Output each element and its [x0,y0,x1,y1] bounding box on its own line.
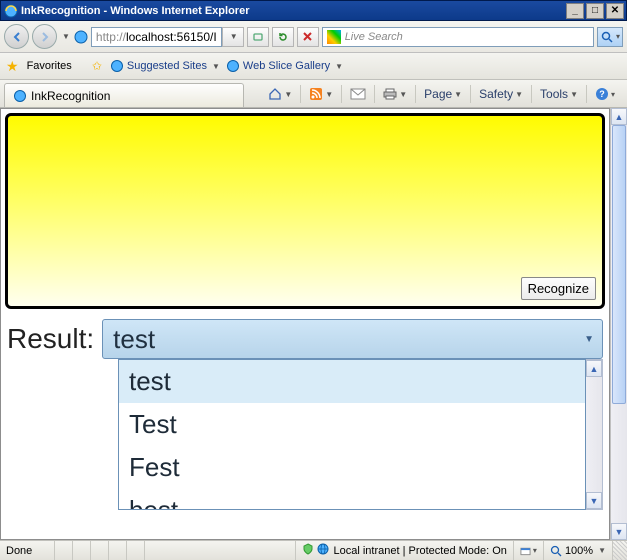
maximize-button[interactable]: □ [586,3,604,19]
scroll-up-icon[interactable]: ▲ [611,108,627,125]
dropdown-option[interactable]: test [119,360,585,403]
scroll-down-icon[interactable]: ▼ [586,492,602,509]
web-slice-link[interactable]: Web Slice Gallery ▼ [226,59,343,73]
chevron-down-icon: ▼ [335,62,343,71]
tab-title: InkRecognition [31,89,110,103]
favorites-star-icon[interactable]: ★ [6,58,19,75]
feeds-button[interactable]: ▼ [305,83,337,105]
status-cell[interactable]: ▾ [514,541,544,560]
tools-menu[interactable]: Tools▼ [536,83,582,105]
page-content: Recognize Result: test ▼ test Test Fest … [0,108,610,540]
combo-selected-value: test [113,324,155,355]
forward-button[interactable] [32,24,57,49]
favorites-label[interactable]: Favorites [27,60,72,72]
ink-canvas[interactable]: Recognize [5,113,605,309]
address-bar[interactable]: http://localhost:56150/I [91,27,222,47]
resize-grip[interactable] [613,541,627,560]
security-zone[interactable]: Local intranet | Protected Mode: On [296,541,513,560]
navigation-bar: ▼ http://localhost:56150/I ▼ Live Search… [0,21,627,53]
add-favorite-icon[interactable]: ✩ [92,59,102,73]
ie-small-icon [110,59,124,73]
ie-small-icon [13,89,27,103]
status-cell [127,541,145,560]
suggested-sites-link[interactable]: Suggested Sites ▼ [110,59,220,73]
safety-menu[interactable]: Safety▼ [475,83,527,105]
svg-text:?: ? [599,89,605,99]
home-button[interactable]: ▼ [264,83,296,105]
shield-icon [302,543,314,558]
status-cell [73,541,91,560]
page-menu[interactable]: Page▼ [420,83,466,105]
print-button[interactable]: ▼ [379,83,411,105]
result-combobox[interactable]: test ▼ [102,319,603,359]
back-button[interactable] [4,24,29,49]
page-scrollbar[interactable]: ▲ ▼ [610,108,627,540]
search-provider-icon [327,30,341,44]
scroll-track[interactable] [586,377,602,492]
popup-blocker-icon [520,545,531,557]
result-row: Result: test ▼ [1,313,609,359]
ie-icon [3,3,18,18]
ie-small-icon [226,59,240,73]
chevron-down-icon: ▼ [584,334,594,345]
chevron-down-icon: ▼ [598,546,606,555]
dropdown-option[interactable]: Test [119,403,585,446]
result-label: Result: [7,323,94,355]
scroll-track[interactable] [611,125,627,523]
globe-icon [317,543,329,558]
favorites-bar: ★ Favorites ✩ Suggested Sites ▼ Web Slic… [0,53,627,80]
status-bar: Done Local intranet | Protected Mode: On… [0,540,627,560]
minimize-button[interactable]: _ [566,3,584,19]
tab-strip: InkRecognition ▼ ▼ ▼ Page▼ Safety▼ Tools… [0,80,627,108]
search-button[interactable]: ▾ [597,27,623,47]
zoom-icon [550,545,562,557]
search-placeholder: Live Search [345,31,403,43]
compat-view-button[interactable] [247,27,269,47]
address-dropdown[interactable]: ▼ [222,27,244,47]
scroll-thumb[interactable] [612,125,626,404]
scroll-down-icon[interactable]: ▼ [611,523,627,540]
result-dropdown-list[interactable]: test Test Fest best [118,359,586,510]
close-button[interactable]: ✕ [606,3,624,19]
recognize-button[interactable]: Recognize [521,277,596,300]
status-cell [109,541,127,560]
page-icon [73,29,89,45]
scroll-up-icon[interactable]: ▲ [586,360,602,377]
command-bar: ▼ ▼ ▼ Page▼ Safety▼ Tools▼ ?▾ [264,83,623,107]
zoom-control[interactable]: 100% ▼ [544,541,613,560]
stop-button[interactable] [297,27,319,47]
refresh-button[interactable] [272,27,294,47]
help-button[interactable]: ?▾ [591,83,619,105]
status-text: Done [0,541,55,560]
tab-inkrecognition[interactable]: InkRecognition [4,83,244,107]
url-scheme: http:// [96,30,126,44]
status-cell [55,541,73,560]
url-host: localhost:56150/I [126,30,217,44]
window-title: InkRecognition - Windows Internet Explor… [21,5,564,17]
dropdown-option[interactable]: Fest [119,446,585,489]
client-area: Recognize Result: test ▼ test Test Fest … [0,108,627,540]
window-titlebar: InkRecognition - Windows Internet Explor… [0,0,627,21]
dropdown-scrollbar[interactable]: ▲ ▼ [586,359,603,510]
search-box[interactable]: Live Search [322,27,594,47]
chevron-down-icon: ▼ [212,62,220,71]
nav-history-dropdown-icon[interactable]: ▼ [62,32,70,41]
status-cell [91,541,109,560]
dropdown-option[interactable]: best [119,489,585,509]
read-mail-button[interactable] [346,83,370,105]
